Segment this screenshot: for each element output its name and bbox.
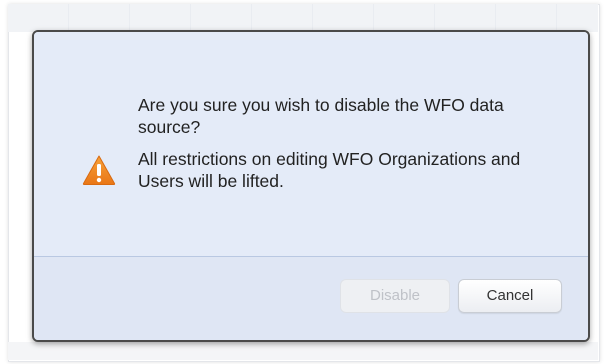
dialog-footer: Disable Cancel xyxy=(34,256,588,340)
background-footer-strip xyxy=(8,342,598,360)
confirm-detail-text: All restrictions on editing WFO Organiza… xyxy=(138,149,521,191)
warning-icon xyxy=(82,154,116,186)
confirm-question-text: Are you sure you wish to disable the WFO… xyxy=(138,95,504,137)
cancel-button[interactable]: Cancel xyxy=(458,279,562,313)
dialog-body: Are you sure you wish to disable the WFO… xyxy=(34,32,588,256)
disable-button[interactable]: Disable xyxy=(340,279,450,313)
dialog-message: Are you sure you wish to disable the WFO… xyxy=(138,94,558,192)
background-header-strip xyxy=(8,4,598,32)
confirm-disable-dialog: Are you sure you wish to disable the WFO… xyxy=(32,30,590,342)
